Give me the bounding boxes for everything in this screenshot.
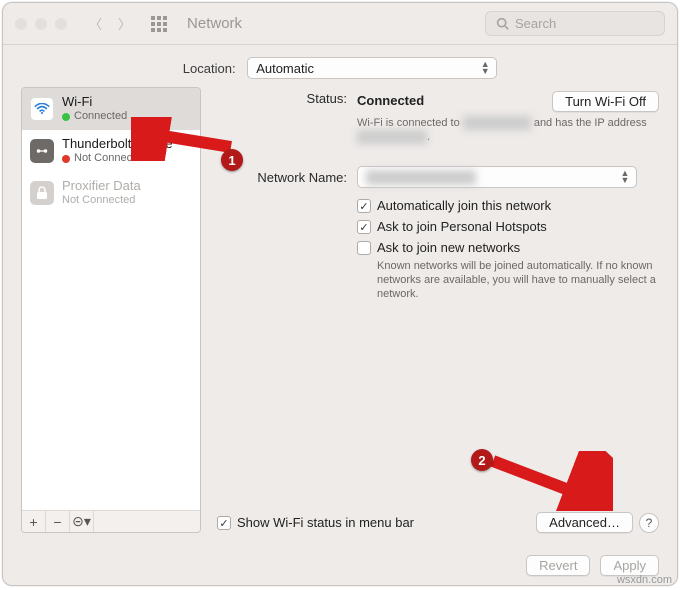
auto-join-checkbox[interactable]: Automatically join this network	[357, 198, 659, 213]
status-label: Status:	[217, 91, 347, 112]
service-proxifier-data[interactable]: Proxifier Data Not Connected	[22, 172, 200, 214]
add-service-button[interactable]: +	[22, 511, 46, 533]
checkbox-icon	[357, 241, 371, 255]
search-icon	[496, 17, 509, 30]
body: Wi-Fi Connected Thunderbolt Bridge Not C…	[3, 87, 677, 545]
service-status: Not Connected	[62, 193, 141, 208]
checkbox-icon	[357, 220, 371, 234]
location-select[interactable]: Automatic ▲▼	[247, 57, 497, 79]
status-info: Wi-Fi is connected to x and has the IP a…	[357, 116, 659, 144]
network-name-value: x	[366, 170, 476, 185]
service-status: Not Connected	[62, 151, 173, 166]
service-thunderbolt-bridge[interactable]: Thunderbolt Bridge Not Connected	[22, 130, 200, 172]
services-sidebar: Wi-Fi Connected Thunderbolt Bridge Not C…	[21, 87, 201, 533]
network-prefs-window: 〈 〉 Network Search Location: Automatic ▲…	[2, 2, 678, 586]
network-name-select[interactable]: x ▲▼	[357, 166, 637, 188]
wifi-icon	[30, 97, 54, 121]
ask-new-checkbox[interactable]: Ask to join new networks Known networks …	[357, 240, 659, 301]
service-name: Wi-Fi	[62, 94, 127, 109]
location-row: Location: Automatic ▲▼	[3, 45, 677, 87]
window-title: Network	[187, 15, 242, 32]
forward-button[interactable]: 〉	[118, 14, 131, 33]
minimize-button[interactable]	[35, 18, 47, 30]
sidebar-toolbar: + − ⊝▾	[22, 510, 200, 532]
footer: Revert Apply	[3, 545, 677, 585]
ask-hotspot-checkbox[interactable]: Ask to join Personal Hotspots	[357, 219, 659, 234]
help-button[interactable]: ?	[639, 513, 659, 533]
service-wifi[interactable]: Wi-Fi Connected	[22, 88, 200, 130]
actions-button[interactable]: ⊝▾	[70, 511, 94, 533]
remove-service-button[interactable]: −	[46, 511, 70, 533]
all-prefs-button[interactable]	[151, 16, 167, 32]
checkbox-icon	[357, 199, 371, 213]
chevron-updown-icon: ▲▼	[618, 169, 632, 185]
advanced-button[interactable]: Advanced…	[536, 512, 633, 533]
service-status: Connected	[62, 109, 127, 124]
services-list: Wi-Fi Connected Thunderbolt Bridge Not C…	[22, 88, 200, 510]
titlebar: 〈 〉 Network Search	[3, 3, 677, 45]
status-dot-icon	[62, 155, 70, 163]
lock-icon	[30, 181, 54, 205]
status-value: Connected	[357, 93, 424, 108]
service-name: Proxifier Data	[62, 178, 141, 193]
toggle-wifi-button[interactable]: Turn Wi-Fi Off	[552, 91, 659, 112]
checkbox-label: Ask to join new networks	[377, 240, 520, 255]
ask-new-hint: Known networks will be joined automatica…	[377, 259, 657, 301]
location-label: Location:	[183, 61, 236, 76]
detail-panel: Status: Connected Turn Wi-Fi Off Wi-Fi i…	[217, 87, 659, 533]
search-placeholder: Search	[515, 16, 556, 31]
zoom-button[interactable]	[55, 18, 67, 30]
show-wifi-menu-checkbox[interactable]	[217, 516, 231, 530]
network-name-label: Network Name:	[217, 170, 347, 185]
back-button[interactable]: 〈	[89, 14, 102, 33]
chevron-updown-icon: ▲▼	[478, 60, 492, 76]
nav-arrows: 〈 〉	[89, 14, 131, 33]
close-button[interactable]	[15, 18, 27, 30]
service-name: Thunderbolt Bridge	[62, 136, 173, 151]
search-field[interactable]: Search	[485, 11, 665, 36]
checkbox-label: Show Wi-Fi status in menu bar	[237, 515, 414, 530]
location-value: Automatic	[256, 61, 314, 76]
thunderbolt-icon	[30, 139, 54, 163]
traffic-lights	[15, 18, 67, 30]
watermark: wsxdn.com	[617, 574, 672, 586]
checkbox-label: Ask to join Personal Hotspots	[377, 219, 547, 234]
status-dot-icon	[62, 113, 70, 121]
revert-button[interactable]: Revert	[526, 555, 590, 576]
apply-button[interactable]: Apply	[600, 555, 659, 576]
checkbox-label: Automatically join this network	[377, 198, 551, 213]
